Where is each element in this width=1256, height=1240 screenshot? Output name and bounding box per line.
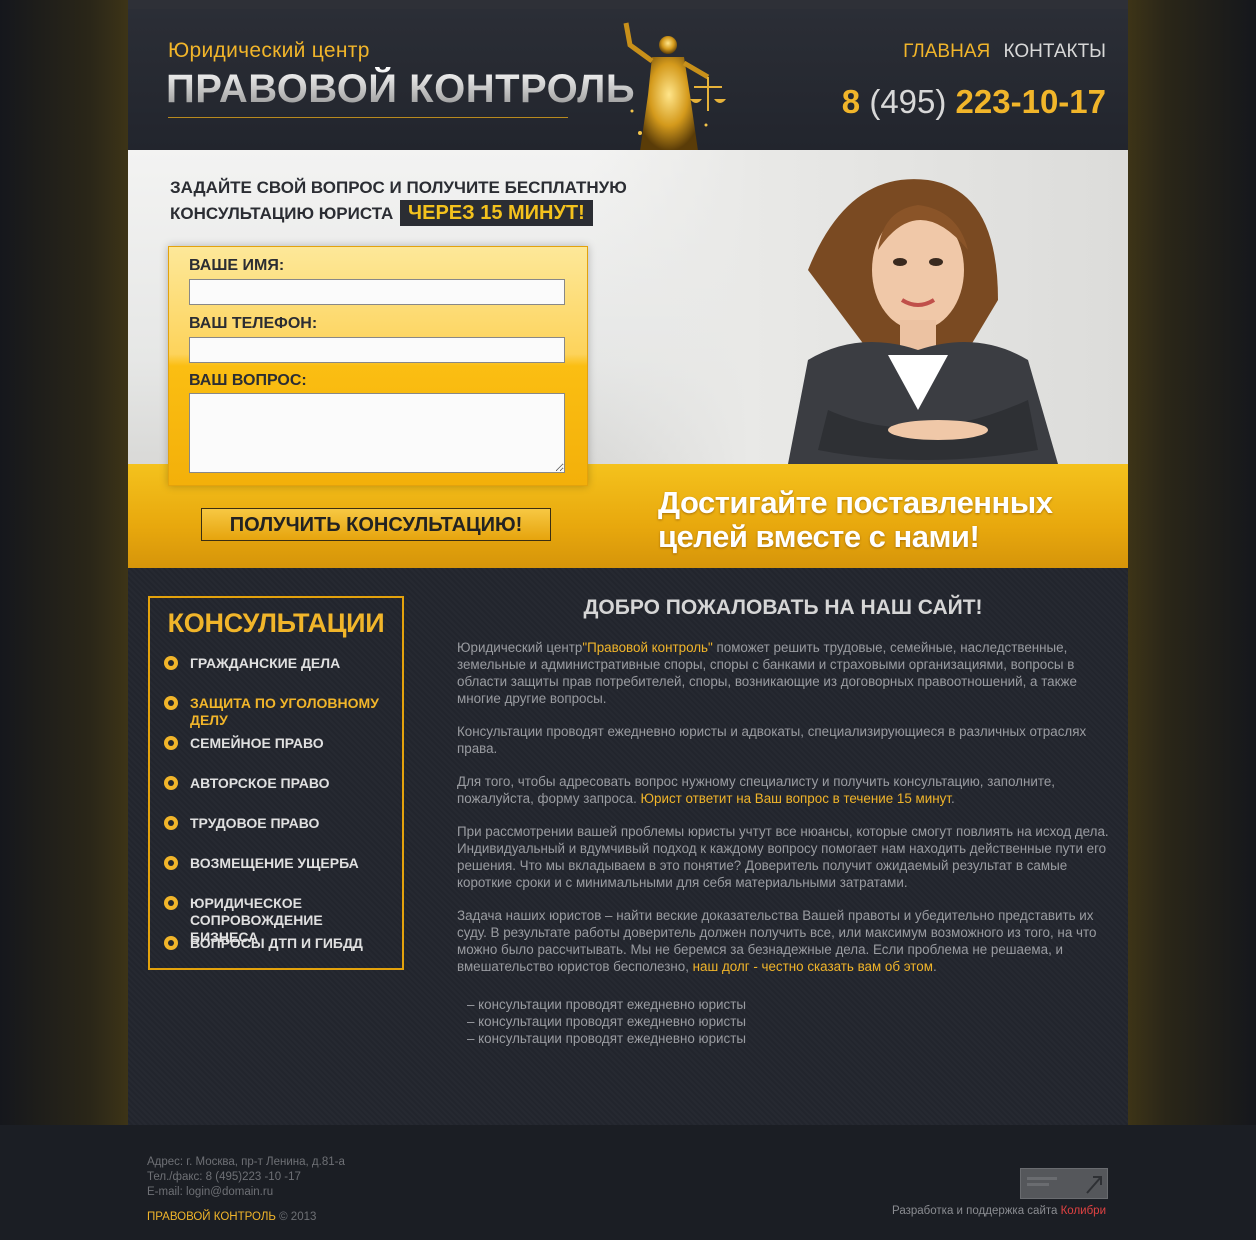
- slogan-line2: целей вместе с нами!: [658, 519, 980, 554]
- hero-banner: ЗАДАЙТЕ СВОЙ ВОПРОС И ПОЛУЧИТЕ БЕСПЛАТНУ…: [128, 150, 1128, 568]
- intro-text-a: Юридический центр: [457, 640, 583, 655]
- hero-headline-text: КОНСУЛЬТАЦИЮ ЮРИСТА: [170, 204, 394, 223]
- paragraph-intro: Юридический центр"Правовой контроль" пом…: [457, 639, 1109, 707]
- task-highlight: наш долг - честно сказать вам об этом: [692, 959, 933, 974]
- sidebar-item-copyright[interactable]: АВТОРСКОЕ ПРАВО: [164, 775, 390, 792]
- question-label: ВАШ ВОПРОС:: [189, 372, 307, 389]
- footer-email-label: E-mail:: [147, 1186, 186, 1198]
- header-phone: 8 (495) 223-10-17: [842, 83, 1106, 121]
- nav-home-link[interactable]: ГЛАВНАЯ: [903, 41, 990, 62]
- hero-headline: ЗАДАЙТЕ СВОЙ ВОПРОС И ПОЛУЧИТЕ БЕСПЛАТНУ…: [170, 176, 627, 226]
- footer-phone: Тел./факс: 8 (495)223 -10 -17: [147, 1171, 301, 1183]
- sidebar-item-label: ВОПРОСЫ ДТП И ГИБДД: [190, 935, 363, 951]
- sidebar-item-labor[interactable]: ТРУДОВОЕ ПРАВО: [164, 815, 390, 832]
- list-item: – консультации проводят ежедневно юристы: [467, 997, 746, 1012]
- footer-email-row: E-mail: login@domain.ru: [147, 1185, 345, 1200]
- sidebar-item-criminal[interactable]: ЗАЩИТА ПО УГОЛОВНОМУ ДЕЛУ: [164, 695, 390, 729]
- sidebar-item-traffic[interactable]: ВОПРОСЫ ДТП И ГИБДД: [164, 935, 390, 952]
- footer-copyright: ПРАВОВОЙ КОНТРОЛЬ © 2013: [147, 1211, 316, 1223]
- bullet-icon: [164, 776, 178, 790]
- bullet-icon: [164, 696, 178, 710]
- bullet-icon: [164, 896, 178, 910]
- sidebar-item-civil[interactable]: ГРАЖДАНСКИЕ ДЕЛА: [164, 655, 390, 672]
- sidebar-item-damages[interactable]: ВОЗМЕЩЕНИЕ УЩЕРБА: [164, 855, 390, 872]
- developer-badge-icon[interactable]: [1020, 1168, 1108, 1199]
- bullet-list: – консультации проводят ежедневно юристы…: [467, 996, 1109, 1047]
- footer-contacts: Адрес: г. Москва, пр-т Ленина, д.81-а Те…: [147, 1155, 345, 1200]
- dev-link[interactable]: Колибри: [1061, 1205, 1106, 1217]
- lawyer-photo: [788, 179, 1058, 464]
- sidebar-item-label: ВОЗМЕЩЕНИЕ УЩЕРБА: [190, 855, 359, 871]
- sidebar-item-family[interactable]: СЕМЕЙНОЕ ПРАВО: [164, 735, 390, 752]
- developer-credit: Разработка и поддержка сайта Колибри: [892, 1205, 1106, 1217]
- phone-number: 223-10-17: [955, 83, 1106, 120]
- name-label: ВАШЕ ИМЯ:: [189, 257, 285, 274]
- bullet-icon: [164, 856, 178, 870]
- list-item: – консультации проводят ежедневно юристы: [467, 1031, 746, 1046]
- name-input[interactable]: [189, 279, 565, 305]
- consultations-sidebar: КОНСУЛЬТАЦИИ ГРАЖДАНСКИЕ ДЕЛА ЗАЩИТА ПО …: [148, 596, 404, 970]
- bullet-icon: [164, 736, 178, 750]
- copyright-text: © 2013: [275, 1211, 317, 1223]
- logo-title[interactable]: ПРАВОВОЙ КОНТРОЛЬ: [166, 67, 635, 112]
- hero-headline-line1: ЗАДАЙТЕ СВОЙ ВОПРОС И ПОЛУЧИТЕ БЕСПЛАТНУ…: [170, 178, 627, 197]
- bullet-icon: [164, 936, 178, 950]
- nav-contacts-link[interactable]: КОНТАКТЫ: [1004, 41, 1107, 62]
- phone-code: (495): [869, 83, 947, 120]
- list-item: – консультации проводят ежедневно юристы: [467, 1014, 746, 1029]
- site-footer: Адрес: г. Москва, пр-т Ленина, д.81-а Те…: [0, 1125, 1256, 1240]
- sidebar-item-label: СЕМЕЙНОЕ ПРАВО: [190, 735, 324, 751]
- logo-subtitle[interactable]: Юридический центр: [168, 39, 370, 63]
- page-title: ДОБРО ПОЖАЛОВАТЬ НА НАШ САЙТ!: [583, 596, 983, 619]
- slogan-line1: Достигайте поставленных: [658, 485, 1053, 520]
- paragraph-consultants: Консультации проводят ежедневно юристы и…: [457, 724, 1087, 756]
- intro-highlight: "Правовой контроль": [582, 640, 713, 655]
- paragraph-approach: При рассмотрении вашей проблемы юристы у…: [457, 824, 1109, 890]
- main-nav: ГЛАВНАЯ КОНТАКТЫ: [895, 41, 1106, 63]
- sidebar-item-label: АВТОРСКОЕ ПРАВО: [190, 775, 330, 791]
- question-textarea[interactable]: [189, 393, 565, 473]
- phone-label: ВАШ ТЕЛЕФОН:: [189, 315, 318, 332]
- sidebar-item-label: ТРУДОВОЕ ПРАВО: [190, 815, 320, 831]
- page-wrapper: Юридический центр ПРАВОВОЙ КОНТРОЛЬ ГЛАВ…: [128, 9, 1128, 1125]
- hero-slogan: Достигайте поставленных целей вместе с н…: [658, 485, 1053, 554]
- form-text-b: .: [950, 791, 955, 806]
- sidebar-title: КОНСУЛЬТАЦИИ: [167, 608, 385, 638]
- phone-prefix: 8: [841, 83, 861, 120]
- right-glow: [1128, 0, 1256, 1125]
- main-content: ДОБРО ПОЖАЛОВАТЬ НА НАШ САЙТ! Юридически…: [457, 596, 1109, 1047]
- hero-headline-tag: ЧЕРЕЗ 15 МИНУТ!: [400, 200, 593, 226]
- phone-input[interactable]: [189, 337, 565, 363]
- consultation-form: ВАШЕ ИМЯ: ВАШ ТЕЛЕФОН: ВАШ ВОПРОС:: [168, 246, 588, 486]
- hero-headline-line2: КОНСУЛЬТАЦИЮ ЮРИСТА ЧЕРЕЗ 15 МИНУТ!: [170, 200, 627, 226]
- form-highlight: Юрист ответит на Ваш вопрос в течение 15…: [640, 791, 951, 806]
- dev-text: Разработка и поддержка сайта: [892, 1205, 1061, 1217]
- task-text-b: .: [932, 959, 937, 974]
- footer-address: Адрес: г. Москва, пр-т Ленина, д.81-а: [147, 1156, 345, 1168]
- bullet-icon: [164, 816, 178, 830]
- top-bar: [0, 0, 1256, 9]
- arrow-icon: [1027, 1176, 1102, 1194]
- footer-brand: ПРАВОВОЙ КОНТРОЛЬ: [147, 1211, 276, 1223]
- footer-email-link[interactable]: login@domain.ru: [186, 1186, 273, 1198]
- paragraph-task: Задача наших юристов – найти веские дока…: [457, 907, 1109, 975]
- themis-statue-icon: [623, 22, 726, 151]
- paragraph-form: Для того, чтобы адресовать вопрос нужном…: [457, 773, 1109, 807]
- site-header: Юридический центр ПРАВОВОЙ КОНТРОЛЬ ГЛАВ…: [128, 9, 1128, 151]
- sidebar-item-label: ГРАЖДАНСКИЕ ДЕЛА: [190, 655, 341, 671]
- left-glow: [0, 0, 128, 1125]
- get-consultation-button[interactable]: ПОЛУЧИТЬ КОНСУЛЬТАЦИЮ!: [201, 508, 551, 541]
- bullet-icon: [164, 656, 178, 670]
- logo-underline: [168, 117, 568, 118]
- sidebar-item-label: ЗАЩИТА ПО УГОЛОВНОМУ ДЕЛУ: [190, 695, 379, 728]
